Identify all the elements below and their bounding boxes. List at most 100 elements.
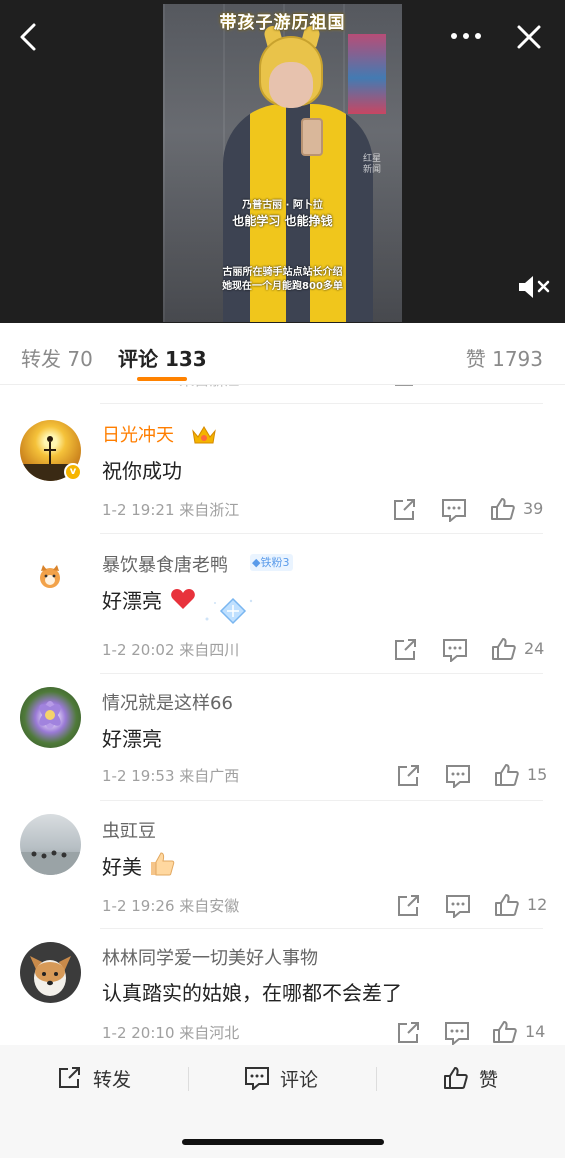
video-watermark: 红星 新闻 xyxy=(363,154,382,175)
thumbs-up-icon[interactable] xyxy=(494,893,520,917)
divider xyxy=(100,928,543,929)
avatar[interactable] xyxy=(20,547,81,608)
comment-time: 1-2 19:21 xyxy=(102,501,175,519)
share-icon[interactable] xyxy=(393,638,419,662)
avatar-dog-cartoon-icon xyxy=(40,565,60,588)
comment-item: 情况就是这样66 好漂亮 1-2 19:53 来自广西 15 xyxy=(0,683,565,801)
comment-meta: 1-2 19:26 来自安徽 xyxy=(102,895,239,916)
mute-button[interactable] xyxy=(516,272,552,302)
video-wall-poster xyxy=(348,34,386,114)
home-indicator[interactable] xyxy=(182,1139,384,1145)
comment-button[interactable]: 评论 xyxy=(244,1065,318,1091)
video-caption-bottom-2: 她现在一个月能跑800多单 xyxy=(222,281,343,292)
avatar[interactable] xyxy=(20,942,81,1003)
comment-time: 1-2 20:10 xyxy=(102,1024,175,1042)
repost-label: 转发 xyxy=(93,1068,132,1091)
comment-username[interactable]: 林林同学爱一切美好人事物 xyxy=(102,944,318,970)
tab-bar: 转发 70 评论 133 赞 1793 xyxy=(0,323,565,385)
reply-icon[interactable] xyxy=(444,1021,470,1045)
thumbs-up-icon[interactable] xyxy=(492,1020,518,1044)
share-icon[interactable] xyxy=(392,385,418,389)
comment-username[interactable]: 暴饮暴食唐老鸭 xyxy=(102,551,228,577)
comment-meta: 1-2 20:02 来自四川 xyxy=(102,639,239,660)
comment-meta-partial: 1-2 19:11 来自浙江 xyxy=(102,385,239,390)
reply-icon[interactable] xyxy=(441,498,467,522)
tab-comment[interactable]: 评论 133 xyxy=(118,343,207,372)
comment-time: 1-2 19:26 xyxy=(102,897,175,915)
share-icon[interactable] xyxy=(396,764,422,788)
comment-list[interactable]: 1-2 19:11 来自浙江 v 日光冲天 祝你成功 1-2 19:21 来自浙… xyxy=(0,385,565,1045)
comment-location: 来自浙江 xyxy=(179,501,240,519)
thumbs-up-icon[interactable] xyxy=(491,637,517,661)
avatar-lotus-flower-icon xyxy=(39,701,61,729)
divider xyxy=(376,1067,377,1091)
verified-badge-icon: v xyxy=(64,463,82,481)
video-frame[interactable]: 带孩子游历祖国 红星 新闻 乃普古丽 · 阿卜拉 也能学习 也能挣钱 古丽所在骑… xyxy=(163,4,402,322)
bottom-action-bar: 转发 评论 赞 xyxy=(0,1045,565,1158)
divider xyxy=(100,800,543,801)
avatar-dog-photo-icon xyxy=(30,956,71,996)
video-caption-title: 带孩子游历祖国 xyxy=(219,13,346,33)
comment-username[interactable]: 日光冲天 xyxy=(102,421,174,447)
divider xyxy=(100,403,543,404)
like-count: 39 xyxy=(523,499,544,518)
tab-like[interactable]: 赞 1793 xyxy=(466,343,543,372)
fan-badge: ◆铁粉3 xyxy=(250,554,294,571)
comment-meta: 1-2 19:53 来自广西 xyxy=(102,765,239,786)
speaker-muted-icon xyxy=(519,276,550,298)
like-label: 赞 xyxy=(479,1068,499,1091)
divider xyxy=(188,1067,189,1091)
more-button[interactable] xyxy=(446,24,486,48)
divider xyxy=(100,673,543,674)
fan-badge-label: 铁粉3 xyxy=(260,556,290,569)
comment-username[interactable]: 虫豇豆 xyxy=(102,817,156,843)
repost-button[interactable]: 转发 xyxy=(57,1065,131,1091)
comment-icon xyxy=(245,1067,269,1090)
comment-label: 评论 xyxy=(280,1068,319,1091)
video-caption-bottom: 古丽所在骑手站点站长介绍 她现在一个月能跑800多单 xyxy=(163,266,402,294)
comment-location: 来自安徽 xyxy=(179,897,240,915)
like-count: 12 xyxy=(527,895,548,914)
comment-text-value: 好美 xyxy=(102,855,142,879)
like-count: 15 xyxy=(527,765,548,784)
comment-time: 1-2 20:02 xyxy=(102,641,175,659)
video-caption-line: 也能学习 也能挣钱 xyxy=(232,214,333,228)
comment-meta: 1-2 20:10 来自河北 xyxy=(102,1022,239,1043)
like-button[interactable]: 赞 xyxy=(443,1065,498,1091)
close-button[interactable] xyxy=(512,20,546,54)
vip-crown-icon xyxy=(192,426,216,444)
comment-meta: 1-2 19:21 来自浙江 xyxy=(102,499,239,520)
comment-username[interactable]: 情况就是这样66 xyxy=(102,689,233,715)
video-caption-bottom-1: 古丽所在骑手站点站长介绍 xyxy=(222,267,343,278)
reply-icon[interactable] xyxy=(445,764,471,788)
more-dots-icon xyxy=(451,33,481,39)
comment-location: 来自广西 xyxy=(179,767,240,785)
comment-item-partial: 1-2 19:11 来自浙江 xyxy=(0,385,565,399)
video-player[interactable]: 带孩子游历祖国 红星 新闻 乃普古丽 · 阿卜拉 也能学习 也能挣钱 古丽所在骑… xyxy=(0,0,565,323)
comment-location: 来自河北 xyxy=(179,1024,240,1042)
thumbs-up-icon[interactable] xyxy=(490,497,516,521)
share-icon[interactable] xyxy=(396,894,422,918)
comment-location: 来自四川 xyxy=(179,641,240,659)
video-figure-face xyxy=(269,62,313,108)
avatar[interactable] xyxy=(20,687,81,748)
thumbs-up-emoji-icon xyxy=(151,852,175,876)
thumbs-up-icon xyxy=(444,1067,468,1089)
avatar[interactable] xyxy=(20,814,81,875)
share-icon[interactable] xyxy=(392,498,418,522)
tab-repost[interactable]: 转发 70 xyxy=(21,343,93,372)
reply-icon[interactable] xyxy=(445,894,471,918)
sparkle-diamond-icon xyxy=(205,597,253,625)
share-icon[interactable] xyxy=(396,1021,422,1045)
back-button[interactable] xyxy=(14,20,44,54)
tab-active-indicator xyxy=(137,377,187,381)
comment-item: v 日光冲天 祝你成功 1-2 19:21 来自浙江 39 xyxy=(0,415,565,545)
comment-text: 好漂亮 xyxy=(102,727,162,751)
thumbs-up-icon[interactable] xyxy=(494,763,520,787)
reply-icon[interactable] xyxy=(442,638,468,662)
heart-emoji-icon xyxy=(171,589,196,609)
comment-text: 好漂亮 xyxy=(102,585,196,614)
video-caption-name: 乃普古丽 · 阿卜拉 xyxy=(242,200,323,211)
comment-item: 虫豇豆 好美 1-2 19:26 来自安徽 12 xyxy=(0,811,565,929)
comment-text: 祝你成功 xyxy=(102,459,182,483)
